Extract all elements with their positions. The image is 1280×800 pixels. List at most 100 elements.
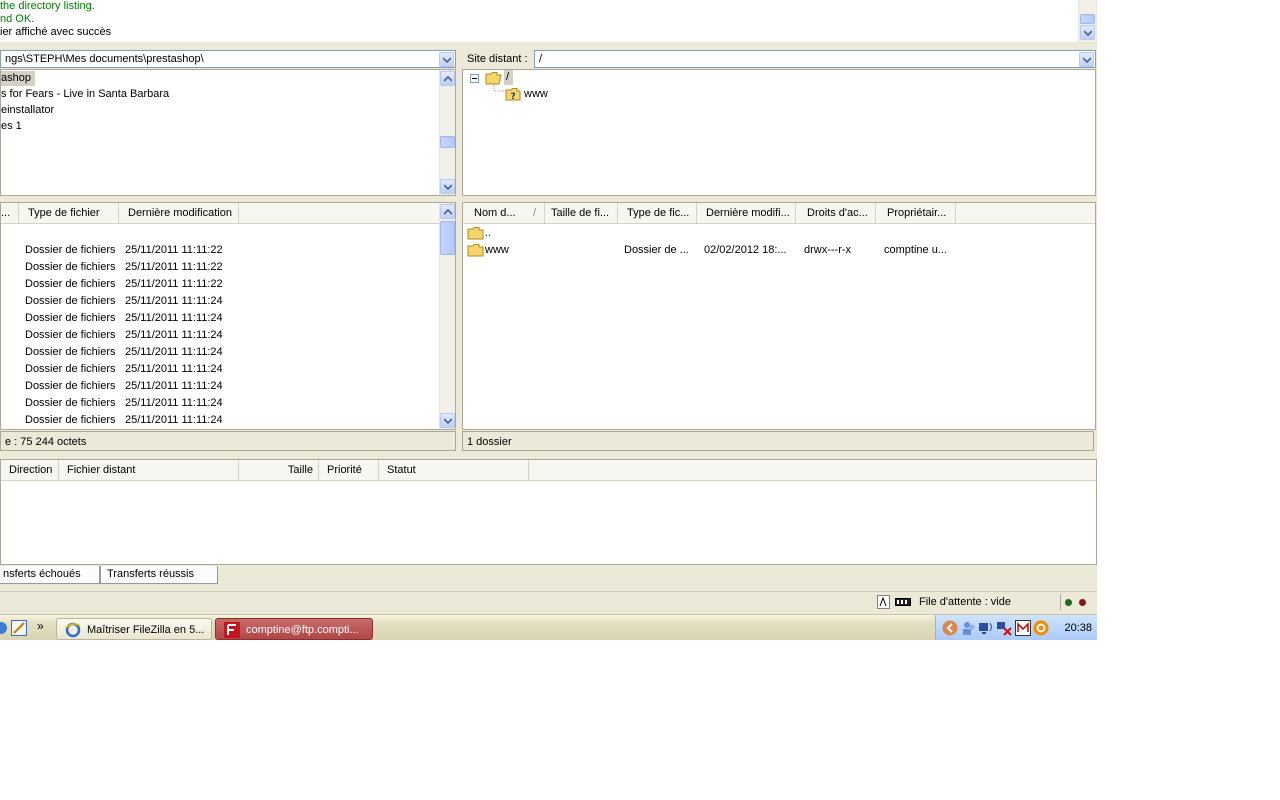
local-path-text: ngs\STEPH\Mes documents\prestashop\ — [5, 53, 204, 65]
local-list-scrollbar[interactable] — [439, 203, 455, 429]
column-header-name-label: Nom d... — [474, 207, 516, 219]
ie-quicklaunch-icon[interactable] — [0, 620, 8, 636]
file-type: Dossier de fichiers — [25, 261, 116, 273]
chevron-down-icon — [444, 418, 452, 424]
file-type: Dossier de fichiers — [25, 397, 116, 409]
column-header-name[interactable]: Nom d... / — [467, 203, 545, 223]
column-header-modified[interactable]: Dernière modification — [122, 203, 239, 223]
log-line: nd OK. — [0, 13, 35, 25]
tab-failed-transfers[interactable]: nsferts échoués — [0, 566, 100, 584]
column-header[interactable]: ... — [1, 203, 19, 223]
file-type: Dossier de fichiers — [25, 380, 116, 392]
log-scroll-down-button[interactable] — [1080, 25, 1095, 40]
chevron-up-icon — [444, 76, 452, 82]
table-row[interactable]: Dossier de fichiers 25/11/2011 11:11:24 — [1, 310, 437, 327]
taskbar-button-filezilla[interactable]: comptine@ftp.compti... — [215, 618, 373, 640]
log-scrollbar[interactable] — [1078, 0, 1096, 42]
file-modified: 25/11/2011 11:11:24 — [125, 346, 223, 358]
remote-path-text: / — [539, 53, 543, 65]
folder-open-icon — [485, 72, 502, 85]
chevron-down-icon — [444, 184, 452, 190]
table-row[interactable]: Dossier de fichiers 25/11/2011 11:11:24 — [1, 412, 437, 429]
list-item-parent[interactable]: .. — [463, 225, 1095, 242]
column-header-permissions[interactable]: Droits d'ac... — [796, 203, 876, 223]
column-header-modified[interactable]: Dernière modifi... — [697, 203, 796, 223]
column-header-priority[interactable]: Priorité — [319, 460, 379, 480]
column-header-type[interactable]: Type de fichier — [22, 203, 119, 223]
binary-mode-icon[interactable] — [895, 598, 911, 606]
column-header-owner[interactable]: Propriétair... — [876, 203, 956, 223]
local-tree-item[interactable]: es 1 — [1, 119, 22, 134]
taskbar: » Maîtriser FileZilla en 5... comptine@f… — [0, 614, 1097, 640]
table-row[interactable]: Dossier de fichiers 25/11/2011 11:11:24 — [1, 378, 437, 395]
column-header-size[interactable]: Taille — [239, 460, 319, 480]
update-tray-icon[interactable] — [1033, 620, 1049, 636]
filter-icon[interactable] — [877, 595, 890, 609]
sort-indicator-icon: / — [533, 207, 537, 219]
file-modified: 25/11/2011 11:11:24 — [125, 312, 223, 324]
file-type: Dossier de fichiers — [25, 346, 116, 358]
file-type: Dossier de fichiers — [25, 278, 116, 290]
remote-path-dropdown-button[interactable] — [1079, 52, 1094, 67]
file-modified: 25/11/2011 11:11:24 — [125, 363, 223, 375]
scroll-up-button[interactable] — [440, 204, 455, 219]
upload-led-icon — [1065, 599, 1072, 606]
remote-tree-root[interactable]: / — [504, 70, 514, 85]
network-disconnected-tray-icon[interactable] — [996, 620, 1012, 636]
file-modified: 25/11/2011 11:11:22 — [125, 278, 223, 290]
scroll-up-button[interactable] — [440, 71, 455, 86]
table-row[interactable]: Dossier de fichiers 25/11/2011 11:11:22 — [1, 242, 437, 259]
message-log: the directory listing. nd OK. ier affich… — [0, 0, 1078, 42]
chevron-down-icon — [1083, 57, 1091, 63]
column-header-remote-file[interactable]: Fichier distant — [59, 460, 239, 480]
folder-unknown-icon: ? — [505, 88, 521, 102]
file-name: .. — [485, 227, 492, 239]
local-tree-item[interactable]: ashop — [1, 71, 35, 86]
remote-list-header: Nom d... / Taille de fi... Type de fic..… — [463, 203, 1095, 224]
users-tray-icon[interactable] — [961, 620, 977, 636]
table-row[interactable]: www Dossier de ... 02/02/2012 18:... drwx--… — [463, 242, 1095, 259]
file-type: Dossier de fichiers — [25, 312, 116, 324]
clock[interactable]: 20:38 — [1064, 615, 1092, 640]
tab-successful-transfers[interactable]: Transferts réussis — [100, 566, 218, 584]
network-tray-icon[interactable] — [978, 620, 994, 636]
column-header-type[interactable]: Type de fic... — [618, 203, 697, 223]
gmail-tray-icon[interactable] — [1015, 620, 1031, 636]
table-row[interactable]: Dossier de fichiers 25/11/2011 11:11:22 — [1, 276, 437, 293]
scroll-thumb[interactable] — [440, 221, 455, 255]
table-row[interactable]: Dossier de fichiers 25/11/2011 11:11:22 — [1, 259, 437, 276]
file-type: Dossier de fichiers — [25, 244, 116, 256]
scroll-down-button[interactable] — [440, 179, 455, 194]
column-header-status[interactable]: Statut — [379, 460, 529, 480]
local-file-list: ... Type de fichier Dernière modificatio… — [0, 202, 456, 430]
remote-path-combobox[interactable]: / — [534, 50, 1096, 68]
file-type: Dossier de fichiers — [25, 363, 116, 375]
collapse-icon[interactable] — [470, 74, 479, 83]
local-tree-item[interactable]: s for Fears - Live in Santa Barbara — [1, 87, 169, 102]
log-line: the directory listing. — [0, 0, 95, 12]
column-header-direction[interactable]: Direction — [1, 460, 59, 480]
table-row[interactable]: Dossier de fichiers 25/11/2011 11:11:24 — [1, 327, 437, 344]
file-modified: 25/11/2011 11:11:22 — [125, 261, 223, 273]
log-scroll-thumb[interactable] — [1080, 14, 1095, 24]
remote-tree-item[interactable]: www — [524, 87, 548, 102]
remote-file-list: Nom d... / Taille de fi... Type de fic..… — [462, 202, 1096, 430]
table-row[interactable]: Dossier de fichiers 25/11/2011 11:11:24 — [1, 344, 437, 361]
file-name: www — [485, 244, 509, 256]
local-path-dropdown-button[interactable] — [439, 52, 454, 67]
local-tree-scrollbar[interactable] — [439, 70, 455, 195]
local-path-combobox[interactable]: ngs\STEPH\Mes documents\prestashop\ — [0, 50, 456, 68]
local-tree-item[interactable]: einstallator — [1, 103, 54, 118]
scroll-down-button[interactable] — [440, 413, 455, 428]
column-header-size[interactable]: Taille de fi... — [545, 203, 618, 223]
tray-collapse-icon[interactable] — [942, 620, 958, 636]
taskbar-button-ie[interactable]: Maîtriser FileZilla en 5... — [56, 618, 212, 640]
svg-text:?: ? — [511, 92, 516, 102]
file-modified: 25/11/2011 11:11:24 — [125, 380, 223, 392]
table-row[interactable]: Dossier de fichiers 25/11/2011 11:11:24 — [1, 293, 437, 310]
edit-quicklaunch-icon[interactable] — [11, 620, 27, 636]
quicklaunch-overflow-icon[interactable]: » — [37, 617, 44, 635]
table-row[interactable]: Dossier de fichiers 25/11/2011 11:11:24 — [1, 395, 437, 412]
scroll-thumb[interactable] — [440, 136, 455, 148]
table-row[interactable]: Dossier de fichiers 25/11/2011 11:11:24 — [1, 361, 437, 378]
